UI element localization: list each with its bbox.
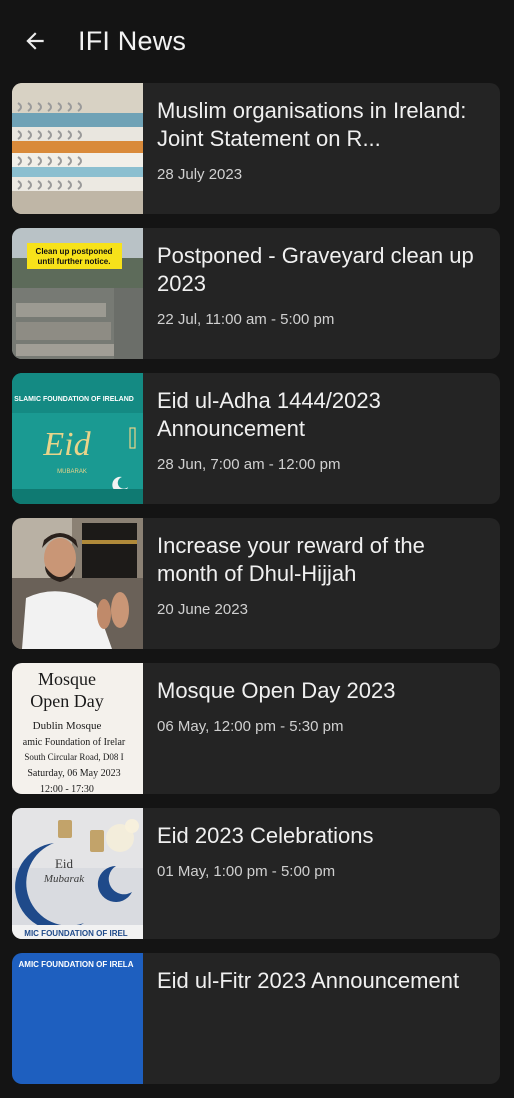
news-card[interactable]: Muslim organisations in Ireland: Joint S… bbox=[12, 83, 500, 214]
thumb-caption: MUBARAK bbox=[57, 469, 87, 475]
news-thumbnail: Eid Mubarak MIC FOUNDATION OF IREL bbox=[12, 808, 143, 939]
news-title: Postponed - Graveyard clean up 2023 bbox=[157, 243, 474, 296]
news-card[interactable]: Clean up postponed until further notice.… bbox=[12, 228, 500, 359]
news-card[interactable]: Eid Mubarak MIC FOUNDATION OF IREL Eid 2… bbox=[12, 808, 500, 939]
page-title: IFI News bbox=[78, 25, 187, 56]
thumb-caption: Mubarak bbox=[43, 873, 85, 885]
news-thumbnail: Mosque Open Day Dublin Mosque amic Found… bbox=[12, 663, 143, 794]
news-card[interactable]: SLAMIC FOUNDATION OF IRELAND Eid MUBARAK… bbox=[12, 373, 500, 504]
thumb-caption: SLAMIC FOUNDATION OF IRELAND bbox=[14, 396, 134, 403]
arrow-left-icon bbox=[26, 32, 44, 50]
news-date: 06 May, 12:00 pm - 5:30 pm bbox=[157, 718, 344, 735]
thumb-caption: South Circular Road, D08 I bbox=[24, 752, 123, 762]
news-title: Eid ul-Fitr 2023 Announcement bbox=[157, 968, 460, 993]
news-card[interactable]: AMIC FOUNDATION OF IRELA Eid ul-Fitr 202… bbox=[12, 953, 500, 1084]
news-thumbnail bbox=[12, 83, 143, 214]
thumb-caption: Clean up postponed bbox=[36, 247, 113, 256]
news-thumbnail bbox=[12, 518, 143, 649]
back-button[interactable] bbox=[16, 22, 54, 60]
news-card[interactable]: Mosque Open Day Dublin Mosque amic Found… bbox=[12, 663, 500, 794]
news-list: Muslim organisations in Ireland: Joint S… bbox=[12, 83, 500, 1098]
thumb-caption: Saturday, 06 May 2023 bbox=[27, 768, 120, 779]
news-date: 01 May, 1:00 pm - 5:00 pm bbox=[157, 863, 336, 880]
thumb-caption: Eid bbox=[55, 856, 74, 871]
thumb-caption: amic Foundation of Irelar bbox=[23, 737, 126, 748]
thumb-caption: Open Day bbox=[30, 691, 103, 711]
thumb-caption: Dublin Mosque bbox=[33, 720, 102, 732]
thumb-caption: 12:00 - 17:30 bbox=[40, 784, 94, 794]
news-card[interactable]: Increase your reward of the month of Dhu… bbox=[12, 518, 500, 649]
thumb-caption: MIC FOUNDATION OF IREL bbox=[24, 929, 128, 938]
news-title: Increase your reward of the month of Dhu… bbox=[157, 533, 425, 586]
thumb-caption: Mosque bbox=[38, 669, 96, 689]
thumb-caption: AMIC FOUNDATION OF IRELA bbox=[19, 960, 134, 969]
news-date: 28 July 2023 bbox=[157, 166, 243, 183]
news-date: 20 June 2023 bbox=[157, 601, 248, 618]
news-thumbnail: SLAMIC FOUNDATION OF IRELAND Eid MUBARAK bbox=[12, 373, 143, 504]
news-thumbnail: Clean up postponed until further notice. bbox=[12, 228, 143, 359]
news-title: Muslim organisations in Ireland: Joint S… bbox=[157, 98, 467, 151]
app-bar: IFI News bbox=[0, 0, 514, 82]
news-date: 22 Jul, 11:00 am - 5:00 pm bbox=[157, 311, 335, 328]
thumb-caption: until further notice. bbox=[38, 257, 111, 266]
news-title: Eid ul-Adha 1444/2023 Announcement bbox=[157, 388, 381, 441]
thumb-caption: Eid bbox=[42, 426, 91, 463]
news-date: 28 Jun, 7:00 am - 12:00 pm bbox=[157, 456, 341, 473]
news-title: Eid 2023 Celebrations bbox=[157, 823, 374, 848]
news-title: Mosque Open Day 2023 bbox=[157, 678, 396, 703]
news-thumbnail: AMIC FOUNDATION OF IRELA bbox=[12, 953, 143, 1084]
